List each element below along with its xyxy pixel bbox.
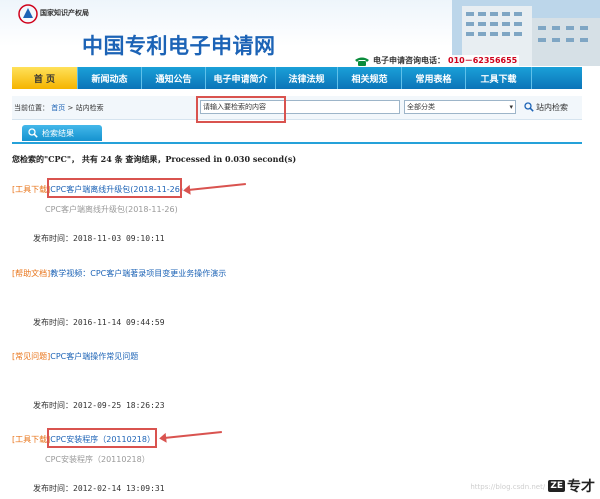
category-select-value: 全部分类 — [407, 103, 435, 111]
category-select[interactable]: 全部分类 ▾ — [404, 100, 516, 114]
result-subtitle: CPC客户端离线升级包(2018-11-26) — [45, 205, 178, 214]
result-date-value: 2012-09-25 18:26:23 — [73, 401, 165, 410]
result-subtitle: CPC安装程序（20110218） — [45, 455, 150, 464]
result-category-link[interactable]: [常见问题] — [12, 352, 50, 361]
result-title-link[interactable]: 教学视频：CPC客户端著录项目变更业务操作演示 — [50, 269, 226, 278]
nav-item[interactable]: 常用表格 — [402, 67, 466, 89]
tab-search-results-label: 检索结果 — [42, 128, 74, 138]
badge-logo-icon: ZE — [548, 480, 565, 492]
cnipa-logo-icon — [18, 4, 38, 24]
hotline-number: 010－62356655 — [448, 56, 518, 65]
search-highlight-box — [196, 96, 286, 123]
highlight-box — [47, 428, 157, 448]
breadcrumb-home-link[interactable]: 首页 — [51, 104, 65, 112]
agency-name: 国家知识产权局 — [40, 8, 89, 17]
nav-item[interactable]: 相关规范 — [338, 67, 402, 89]
hotline-label: 电子申请咨询电话： — [373, 56, 445, 65]
tab-search-results[interactable]: 检索结果 — [22, 125, 102, 141]
highlight-box — [47, 178, 182, 198]
hotline: 电子申请咨询电话： 010－62356655 — [352, 55, 520, 66]
result-date-label: 发布时间： — [33, 318, 73, 327]
result-category-link[interactable]: [工具下载] — [12, 185, 50, 194]
site-search-button[interactable]: 站内检索 — [524, 100, 568, 114]
breadcrumb-prefix: 当前位置： — [14, 104, 49, 112]
result-category-link[interactable]: [工具下载] — [12, 435, 50, 444]
nav-item[interactable]: 新闻动态 — [78, 67, 142, 89]
result-item: [常见问题]CPC客户端操作常见问题 发布时间：2012-09-25 18:26… — [12, 351, 572, 411]
nav-item[interactable]: 工具下载 — [466, 67, 532, 89]
search-icon — [524, 102, 534, 112]
result-item: [帮助文档]教学视频：CPC客户端著录项目变更业务操作演示 发布时间：2016-… — [12, 268, 572, 328]
result-date: 发布时间：2018-11-03 09:10:11 — [33, 233, 572, 244]
breadcrumb-current: 站内检索 — [75, 104, 104, 112]
chevron-down-icon: ▾ — [509, 103, 513, 111]
result-category-link[interactable]: [帮助文档] — [12, 269, 50, 278]
main-nav: 首 页新闻动态 通知公告 电子申请简介 法律法规 相关规范 常用表格 工具下载 — [12, 67, 582, 89]
result-date: 发布时间：2016-11-14 09:44:59 — [33, 317, 572, 328]
result-date: 发布时间：2012-09-25 18:26:23 — [33, 400, 572, 411]
phone-icon — [355, 57, 369, 66]
site-header: 国家知识产权局 中国专利电子申请网 电子申请咨询电话： 010－62356655 — [0, 0, 600, 66]
site-search-button-label: 站内检索 — [536, 102, 568, 112]
result-date-label: 发布时间： — [33, 401, 73, 410]
nav-item[interactable]: 电子申请简介 — [206, 67, 276, 89]
nav-item[interactable]: 法律法规 — [276, 67, 338, 89]
result-title-link[interactable]: CPC客户端操作常见问题 — [50, 352, 138, 361]
results-summary: 您检索的"CPC"， 共有 24 条 查询结果，Processed in 0.0… — [12, 154, 297, 164]
result-date-label: 发布时间： — [33, 234, 73, 243]
breadcrumb: 当前位置： 首页 > 站内检索 — [14, 103, 104, 113]
badge-text: 专才 — [567, 479, 595, 495]
result-date-label: 发布时间： — [33, 484, 73, 493]
result-date-value: 2012-02-14 13:09:31 — [73, 484, 165, 493]
nav-item[interactable]: 首 页 — [12, 67, 78, 89]
nav-item[interactable]: 通知公告 — [142, 67, 206, 89]
result-date-value: 2018-11-03 09:10:11 — [73, 234, 165, 243]
magnifier-icon — [28, 128, 38, 138]
site-title: 中国专利电子申请网 — [82, 34, 276, 58]
chevron-right-icon: > — [67, 104, 74, 112]
result-date-value: 2016-11-14 09:44:59 — [73, 318, 165, 327]
brand-badge: ZE 专才 — [545, 475, 598, 497]
